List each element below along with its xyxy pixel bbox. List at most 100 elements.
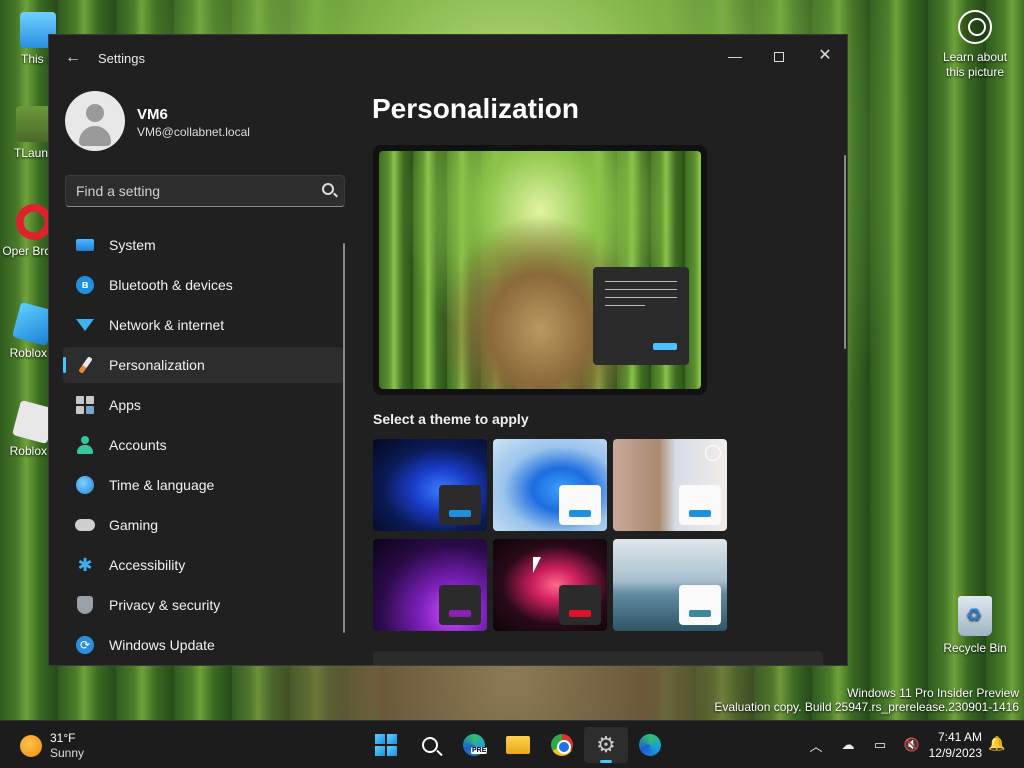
sidebar-item-windows-update[interactable]: ⟳ Windows Update bbox=[63, 627, 343, 663]
back-arrow-icon[interactable]: ← bbox=[65, 49, 81, 67]
sidebar-item-label: Accessibility bbox=[109, 557, 186, 573]
monitor-icon bbox=[75, 235, 95, 255]
sidebar-item-accessibility[interactable]: ✱ Accessibility bbox=[63, 547, 343, 583]
opera-icon bbox=[16, 204, 52, 240]
sidebar-item-system[interactable]: System bbox=[63, 227, 343, 263]
learn-about-label: Learn about this picture bbox=[942, 50, 1008, 79]
clock-date: 12/9/2023 bbox=[928, 746, 982, 760]
taskbar-edge[interactable] bbox=[628, 727, 672, 763]
sidebar-item-time-language[interactable]: Time & language bbox=[63, 467, 343, 503]
theme-mini-window bbox=[679, 585, 721, 625]
title-bar: ← Settings — ✕ bbox=[49, 35, 847, 81]
theme-tile-glow[interactable] bbox=[373, 539, 487, 631]
taskbar-chrome[interactable] bbox=[540, 727, 584, 763]
weather-condition: Sunny bbox=[50, 746, 85, 760]
content-scrollbar[interactable] bbox=[844, 155, 846, 349]
sidebar-item-label: Gaming bbox=[109, 517, 159, 533]
taskbar-edge-preview[interactable] bbox=[452, 727, 496, 763]
clock-time: 7:41 AM bbox=[937, 730, 982, 744]
weather-temperature: 31°F bbox=[50, 731, 76, 745]
maximize-button[interactable] bbox=[757, 41, 801, 71]
camera-icon bbox=[958, 10, 992, 44]
minimize-button[interactable]: — bbox=[713, 41, 757, 71]
person-icon bbox=[75, 435, 95, 455]
avatar bbox=[65, 91, 125, 151]
gamepad-icon bbox=[75, 515, 95, 535]
wallpaper-preview-image bbox=[379, 151, 701, 389]
taskbar-search-button[interactable] bbox=[408, 727, 452, 763]
gear-icon: ⚙ bbox=[596, 732, 616, 757]
learn-about-picture[interactable]: Learn about this picture bbox=[934, 10, 1016, 80]
spotlight-badge-icon bbox=[705, 445, 721, 461]
search-icon bbox=[422, 737, 438, 753]
sidebar-item-personalization[interactable]: Personalization bbox=[63, 347, 343, 383]
windows-watermark: Windows 11 Pro Insider Preview Evaluatio… bbox=[714, 686, 1019, 714]
brush-icon bbox=[75, 355, 95, 375]
user-profile[interactable]: VM6 VM6@collabnet.local bbox=[65, 91, 365, 151]
chevron-up-icon[interactable]: ︿ bbox=[800, 736, 832, 755]
theme-tile-flow[interactable] bbox=[613, 539, 727, 631]
themes-section-label: Select a theme to apply bbox=[373, 411, 529, 427]
taskbar-file-explorer[interactable] bbox=[496, 727, 540, 763]
preview-line bbox=[605, 297, 677, 298]
sidebar-item-label: Accounts bbox=[109, 437, 167, 453]
sidebar-item-label: System bbox=[109, 237, 156, 253]
avatar-head bbox=[86, 104, 104, 122]
sidebar-item-label: Privacy & security bbox=[109, 597, 221, 613]
preview-line bbox=[605, 281, 677, 282]
system-clock[interactable]: 7:41 AM 12/9/2023 bbox=[918, 729, 982, 761]
settings-card[interactable] bbox=[373, 651, 823, 665]
shield-icon bbox=[75, 595, 95, 615]
preview-accent-button bbox=[653, 343, 677, 350]
taskbar: 31°F Sunny ⚙ ︿ ☁ ▭ 🔇 7:41 AM 12/9 bbox=[0, 720, 1024, 768]
page-title: Personalization bbox=[372, 93, 579, 124]
cloud-offline-icon[interactable]: ☁ bbox=[832, 737, 864, 753]
theme-mini-window bbox=[559, 485, 601, 525]
preview-window-mock bbox=[593, 267, 689, 365]
notification-bell-icon[interactable]: 🔔 bbox=[988, 735, 1005, 752]
search-input[interactable] bbox=[66, 176, 316, 206]
close-icon: ✕ bbox=[818, 47, 832, 64]
avatar-body bbox=[79, 126, 111, 146]
bluetooth-icon: ʙ bbox=[75, 275, 95, 295]
search-icon[interactable] bbox=[322, 183, 334, 195]
desktop-icon-recycle-bin[interactable]: Recycle Bin bbox=[940, 596, 1010, 655]
theme-mini-window bbox=[439, 585, 481, 625]
theme-mini-window bbox=[679, 485, 721, 525]
update-icon: ⟳ bbox=[75, 635, 95, 655]
taskbar-apps: ⚙ bbox=[364, 727, 672, 763]
apps-icon bbox=[75, 395, 95, 415]
search-box[interactable] bbox=[65, 175, 345, 207]
theme-preview bbox=[373, 145, 707, 395]
maximize-icon bbox=[774, 52, 784, 63]
preview-line bbox=[605, 305, 645, 306]
sidebar-item-gaming[interactable]: Gaming bbox=[63, 507, 343, 543]
user-name: VM6 bbox=[137, 106, 168, 123]
sidebar-item-label: Network & internet bbox=[109, 317, 225, 333]
tlauncher-icon bbox=[16, 106, 52, 142]
accessibility-icon: ✱ bbox=[77, 554, 93, 575]
sidebar-item-apps[interactable]: Apps bbox=[63, 387, 343, 423]
system-tray: ︿ ☁ ▭ 🔇 bbox=[800, 731, 928, 759]
theme-tile-windows-light[interactable] bbox=[493, 439, 607, 531]
sidebar-item-privacy-security[interactable]: Privacy & security bbox=[63, 587, 343, 623]
sidebar-item-accounts[interactable]: Accounts bbox=[63, 427, 343, 463]
sidebar-scrollbar[interactable] bbox=[343, 243, 345, 633]
chrome-icon bbox=[551, 734, 573, 756]
sidebar-item-bluetooth[interactable]: ʙ Bluetooth & devices bbox=[63, 267, 343, 303]
network-icon[interactable]: ▭ bbox=[864, 737, 896, 753]
taskbar-settings[interactable]: ⚙ bbox=[584, 727, 628, 763]
sidebar-item-network[interactable]: Network & internet bbox=[63, 307, 343, 343]
theme-tile-captured-motion[interactable] bbox=[493, 539, 607, 631]
mouse-cursor-icon bbox=[533, 557, 541, 573]
minimize-icon: — bbox=[728, 48, 742, 64]
theme-tile-spotlight[interactable] bbox=[613, 439, 727, 531]
sidebar-nav: System ʙ Bluetooth & devices Network & i… bbox=[63, 227, 343, 665]
theme-grid bbox=[373, 439, 729, 631]
settings-window: ← Settings — ✕ VM6 VM6@collabnet.local S… bbox=[48, 34, 848, 666]
sidebar-item-label: Bluetooth & devices bbox=[109, 277, 233, 293]
theme-tile-windows-dark[interactable] bbox=[373, 439, 487, 531]
start-button[interactable] bbox=[364, 727, 408, 763]
close-button[interactable]: ✕ bbox=[803, 41, 847, 71]
wifi-icon bbox=[75, 315, 95, 335]
